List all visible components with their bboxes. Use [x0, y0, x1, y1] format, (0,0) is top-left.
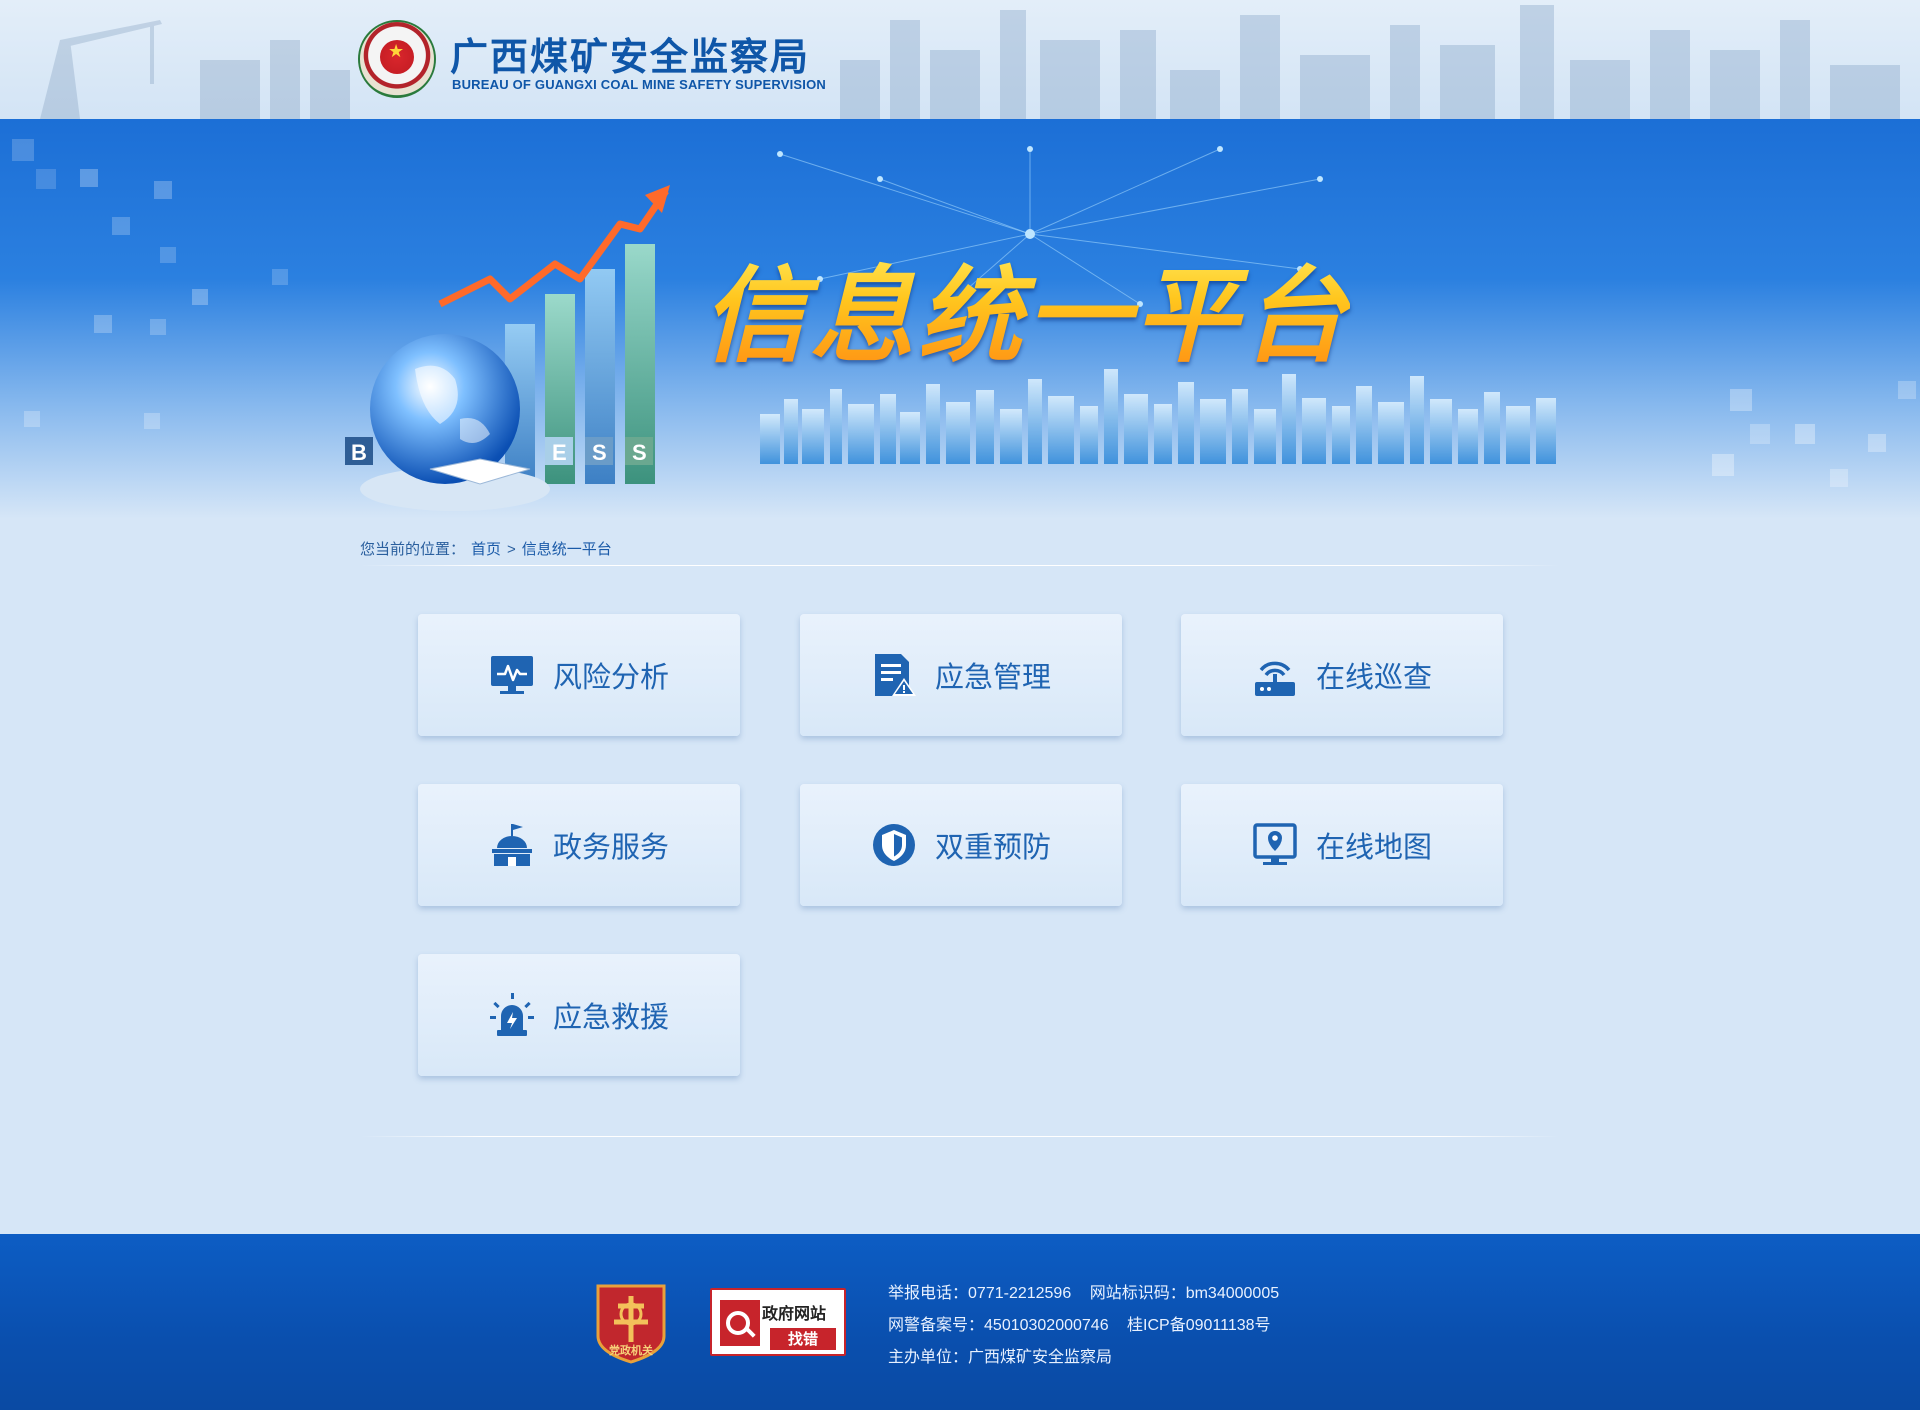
host-org: 主办单位：广西煤矿安全监察局 [888, 1349, 1112, 1366]
breadcrumb-current[interactable]: 信息统一平台 [522, 541, 612, 558]
footer-row-records: 网警备案号：45010302000746 桂ICP备09011138号 [888, 1310, 1293, 1342]
party-badge-text: 党政机关 [609, 1343, 653, 1357]
host-org-label: 主办单位： [888, 1349, 969, 1366]
decor-square [160, 247, 176, 263]
report-phone-value: 0771-2212596 [968, 1285, 1072, 1302]
decor-square [1830, 469, 1848, 487]
tile-government-service[interactable]: 政务服务 [418, 784, 740, 906]
tile-emergency-management[interactable]: 应急管理 [800, 614, 1122, 736]
alarm-light-icon [489, 993, 534, 1036]
police-record[interactable]: 网警备案号：45010302000746 [888, 1317, 1109, 1334]
decor-square [1750, 424, 1770, 444]
gov-badge-bottom-text: 找错 [770, 1328, 836, 1350]
icp-record[interactable]: 桂ICP备09011138号 [1127, 1317, 1271, 1334]
footer-row-host: 主办单位：广西煤矿安全监察局 [888, 1342, 1293, 1374]
bar-letter-b: B [351, 440, 367, 465]
decor-square [12, 139, 34, 161]
footer-row-contact: 举报电话：0771-2212596 网站标识码：bm34000005 [888, 1278, 1293, 1310]
decor-square [272, 269, 288, 285]
gov-site-error-report-badge[interactable]: 政府网站 找错 [710, 1288, 846, 1356]
site-id-label: 网站标识码： [1089, 1285, 1186, 1302]
decor-square [144, 413, 160, 429]
monitor-chart-icon [490, 656, 533, 694]
decor-square [36, 169, 56, 189]
decor-square [1712, 454, 1734, 476]
breadcrumb-home-link[interactable]: 首页 [471, 541, 501, 558]
tile-label: 应急管理 [934, 660, 1051, 694]
bar-letter-e: E [552, 440, 567, 465]
star-icon: ★ [388, 41, 405, 62]
decor-square [192, 289, 208, 305]
decor-square [112, 217, 130, 235]
header-bar: ★ 广西煤矿安全监察局 BUREAU OF GUANGXI COAL MINE … [0, 0, 1920, 119]
magnifier-icon [720, 1300, 760, 1346]
breadcrumb-separator: > [507, 541, 516, 558]
city-skyline-right [840, 5, 1900, 119]
business-growth-graphic: B E S S [345, 185, 670, 511]
report-phone-label: 举报电话： [888, 1285, 969, 1302]
decor-square [1795, 424, 1815, 444]
report-phone: 举报电话：0771-2212596 [888, 1285, 1071, 1302]
breadcrumb-prefix: 您当前的位置： [360, 541, 466, 558]
tile-online-inspection[interactable]: 在线巡查 [1181, 614, 1503, 736]
breadcrumb: 您当前的位置： 首页 > 信息统一平台 [360, 538, 618, 559]
decor-square [1730, 389, 1752, 411]
bar-letter-s1: S [592, 440, 607, 465]
tile-label: 应急救援 [552, 1000, 669, 1034]
shield-icon [872, 824, 915, 866]
content-divider-top [360, 565, 1560, 566]
gov-badge-top-text: 政府网站 [762, 1304, 827, 1323]
decor-square [24, 411, 40, 427]
tile-risk-analysis[interactable]: 风险分析 [418, 614, 740, 736]
decor-square [80, 169, 98, 187]
map-pin-monitor-icon [1253, 823, 1297, 865]
decor-square [1868, 434, 1886, 452]
party-government-badge[interactable]: 党政机关 [594, 1282, 668, 1364]
banner-city-skyline [760, 369, 1556, 464]
construction-skyline-left [40, 20, 350, 119]
site-id: 网站标识码：bm34000005 [1090, 1285, 1279, 1302]
content-divider-bottom [360, 1136, 1560, 1137]
tile-label: 在线地图 [1315, 830, 1432, 864]
site-id-value: bm34000005 [1185, 1285, 1280, 1302]
tile-label: 风险分析 [552, 660, 669, 694]
decor-square [150, 319, 166, 335]
document-warning-icon [874, 654, 916, 696]
tile-emergency-rescue[interactable]: 应急救援 [418, 954, 740, 1076]
national-emblem-logo[interactable]: ★ [358, 20, 436, 98]
decor-square [154, 181, 172, 199]
decor-square [94, 315, 112, 333]
org-name-cn[interactable]: 广西煤矿安全监察局 [450, 26, 810, 81]
tile-label: 双重预防 [934, 830, 1051, 864]
host-org-value: 广西煤矿安全监察局 [968, 1349, 1113, 1366]
police-record-value: 45010302000746 [984, 1317, 1109, 1334]
router-signal-icon [1254, 661, 1295, 696]
tile-online-map[interactable]: 在线地图 [1181, 784, 1503, 906]
org-name-en[interactable]: BUREAU OF GUANGXI COAL MINE SAFETY SUPER… [452, 77, 826, 92]
government-building-icon [491, 824, 532, 866]
footer-info: 举报电话：0771-2212596 网站标识码：bm34000005 网警备案号… [888, 1278, 1293, 1374]
tile-label: 政务服务 [552, 830, 669, 864]
police-record-label: 网警备案号： [888, 1317, 985, 1334]
hero-banner: B E S S 信息统一平台 [0, 119, 1920, 519]
site-footer: 党政机关 政府网站 找错 举报电话：0771-2212596 网站标识码：bm3… [0, 1234, 1920, 1410]
tile-label: 在线巡查 [1315, 660, 1432, 694]
bar-letter-s2: S [632, 440, 647, 465]
tile-dual-prevention[interactable]: 双重预防 [800, 784, 1122, 906]
decor-square [1898, 381, 1916, 399]
